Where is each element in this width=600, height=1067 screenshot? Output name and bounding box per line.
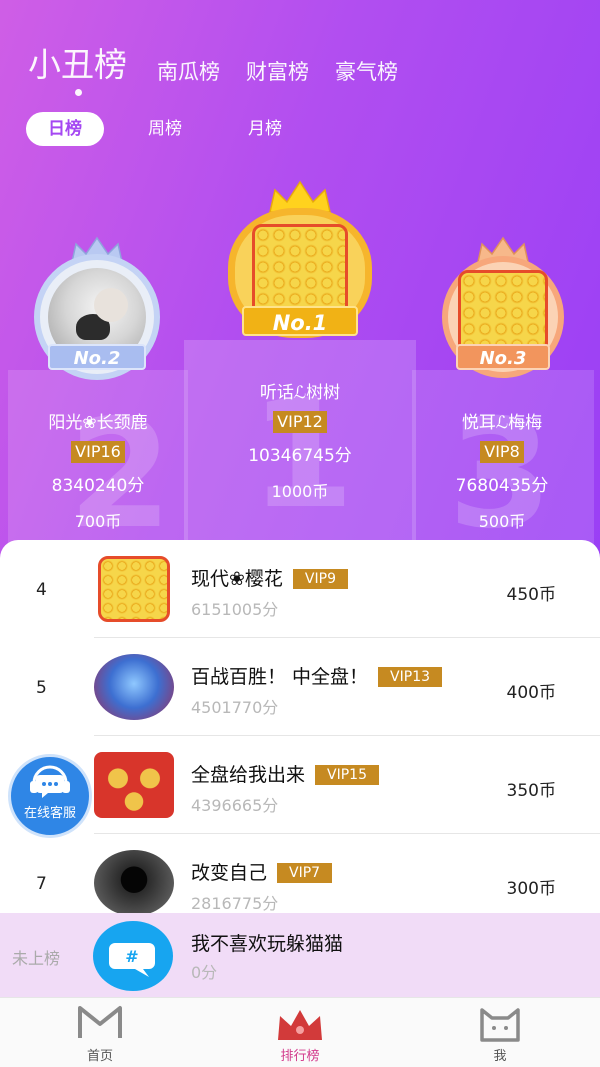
user-coins: 300币 xyxy=(506,879,556,899)
user-score: 4501770分 xyxy=(191,698,279,717)
user-name: 我不喜欢玩躲猫猫 xyxy=(191,933,344,955)
avatar xyxy=(252,224,348,316)
avatar xyxy=(94,850,174,916)
bottom-tab-bar: 首页 排行榜 我 xyxy=(0,997,600,1067)
tab-daily[interactable]: 日榜 xyxy=(26,112,104,146)
tab-me[interactable]: 我 xyxy=(400,998,600,1067)
podium-info-third: 悦耳ℒ梅梅 VIP8 7680435分 500币 xyxy=(407,408,597,532)
medal-label-no3: No.3 xyxy=(456,344,550,370)
my-rank-row[interactable]: 未上榜 # 我不喜欢玩躲猫猫 0分 xyxy=(0,913,600,997)
medal-label-no2: No.2 xyxy=(48,344,146,370)
user-name[interactable]: 阳光❀长颈鹿 xyxy=(3,408,193,433)
tab-monthly[interactable]: 月榜 xyxy=(226,112,304,146)
user-score: 8340240分 xyxy=(51,476,145,496)
medal-first[interactable]: No.1 xyxy=(206,180,394,346)
headset-chat-icon xyxy=(30,765,70,798)
tab-label: 首页 xyxy=(86,1049,113,1064)
period-tabs: 日榜 周榜 月榜 xyxy=(26,112,304,146)
avatar xyxy=(94,654,174,720)
customer-service-label: 在线客服 xyxy=(23,806,76,821)
tab-clown-ranking[interactable]: 小丑榜 xyxy=(28,38,127,96)
list-item[interactable]: 5 百战百胜！ 中全盘！ VIP13 4501770分 400币 xyxy=(0,638,600,736)
svg-text:#: # xyxy=(125,947,138,966)
home-icon xyxy=(78,1006,122,1038)
ranking-type-tabs: 小丑榜 南瓜榜 财富榜 豪气榜 xyxy=(28,38,398,96)
tab-home[interactable]: 首页 xyxy=(0,998,200,1067)
crown-icon xyxy=(278,1010,322,1040)
user-score: 2816775分 xyxy=(191,894,279,913)
rank-number: 7 xyxy=(36,874,47,894)
user-coins: 400币 xyxy=(506,683,556,703)
user-name[interactable]: 悦耳ℒ梅梅 xyxy=(407,408,597,433)
avatar: # xyxy=(93,921,173,991)
vip-badge: VIP12 xyxy=(273,411,327,433)
tab-wealth-ranking[interactable]: 财富榜 xyxy=(246,56,309,86)
medal-label-no1: No.1 xyxy=(242,306,358,336)
rank-number: 5 xyxy=(36,678,47,698)
leaderboard-header: 小丑榜 南瓜榜 财富榜 豪气榜 日榜 周榜 月榜 2 1 3 No.2 No.1 xyxy=(0,0,600,560)
user-name: 全盘给我出来 xyxy=(191,764,306,786)
list-item[interactable]: 4 现代❀樱花 VIP9 6151005分 450币 xyxy=(0,540,600,638)
user-coins: 450币 xyxy=(506,585,556,605)
customer-service-button[interactable]: 在线客服 xyxy=(8,754,92,838)
user-score: 7680435分 xyxy=(455,476,549,496)
vip-badge: VIP8 xyxy=(480,441,524,463)
medal-third[interactable]: No.3 xyxy=(428,236,578,384)
user-score: 10346745分 xyxy=(248,446,352,466)
user-name: 百战百胜！ 中全盘！ xyxy=(191,666,369,688)
cat-face-icon xyxy=(480,1008,520,1042)
user-coins: 1000币 xyxy=(271,482,329,501)
vip-badge: VIP13 xyxy=(378,667,443,687)
podium-info-second: 阳光❀长颈鹿 VIP16 8340240分 700币 xyxy=(3,408,193,532)
tab-ranking[interactable]: 排行榜 xyxy=(200,998,400,1067)
user-score: 6151005分 xyxy=(191,600,279,619)
avatar xyxy=(94,752,174,818)
user-coins: 350币 xyxy=(506,781,556,801)
hashtag-bubble-icon: # xyxy=(109,943,155,977)
user-score: 0分 xyxy=(191,963,218,982)
tab-label: 排行榜 xyxy=(280,1049,320,1064)
avatar xyxy=(98,556,170,622)
vip-badge: VIP7 xyxy=(277,863,333,883)
rank-number: 4 xyxy=(36,580,47,600)
vip-badge: VIP15 xyxy=(315,765,379,785)
podium-info-first: 听话ℒ树树 VIP12 10346745分 1000币 xyxy=(205,378,395,502)
tab-label: 我 xyxy=(493,1049,507,1064)
tab-pumpkin-ranking[interactable]: 南瓜榜 xyxy=(157,56,220,86)
medal-second[interactable]: No.2 xyxy=(22,236,172,384)
vip-badge: VIP9 xyxy=(292,569,348,589)
user-name: 现代❀樱花 xyxy=(191,568,283,590)
my-rank: 未上榜 xyxy=(12,949,61,968)
user-coins: 500币 xyxy=(478,512,526,531)
user-coins: 700币 xyxy=(74,512,122,531)
tab-generous-ranking[interactable]: 豪气榜 xyxy=(335,56,398,86)
vip-badge: VIP16 xyxy=(71,441,125,463)
user-score: 4396665分 xyxy=(191,796,279,815)
user-name: 改变自己 xyxy=(191,862,268,884)
tab-weekly[interactable]: 周榜 xyxy=(126,112,204,146)
user-name[interactable]: 听话ℒ树树 xyxy=(205,378,395,403)
